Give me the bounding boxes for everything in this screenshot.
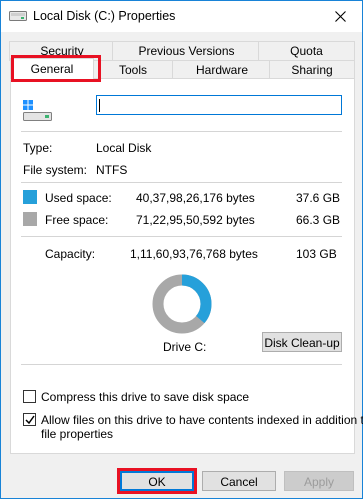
compress-label: Compress this drive to save disk space: [41, 390, 250, 404]
file-system-value: NTFS: [96, 163, 128, 177]
drive-name-input[interactable]: [96, 95, 342, 115]
file-system-label: File system:: [23, 163, 88, 177]
free-space-swatch: [23, 212, 37, 226]
close-button[interactable]: [320, 1, 362, 32]
drive-caption: Drive C:: [163, 340, 207, 354]
usage-donut-chart: [152, 274, 212, 334]
close-icon: [335, 11, 346, 22]
apply-button[interactable]: Apply: [284, 471, 354, 491]
divider: [21, 131, 342, 132]
type-value: Local Disk: [96, 141, 152, 155]
disk-cleanup-button[interactable]: Disk Clean-up: [262, 332, 342, 352]
checkmark-icon: [25, 415, 35, 425]
index-label-line2: file properties: [41, 427, 114, 441]
divider: [21, 182, 342, 183]
tab-hardware[interactable]: Hardware: [172, 60, 272, 80]
tab-previous-versions[interactable]: Previous Versions: [112, 41, 261, 61]
cancel-button[interactable]: Cancel: [202, 471, 276, 491]
divider: [21, 364, 342, 365]
index-label-line1: Allow files on this drive to have conten…: [41, 413, 363, 427]
free-space-bytes: 71,22,95,50,592 bytes: [136, 213, 255, 227]
drive-icon: [9, 10, 27, 22]
window-title: Local Disk (C:) Properties: [33, 9, 176, 23]
free-space-gb: 66.3 GB: [296, 213, 341, 227]
title-bar: Local Disk (C:) Properties: [1, 1, 362, 32]
capacity-bytes: 1,11,60,93,76,768 bytes: [130, 247, 258, 261]
used-space-gb: 37.6 GB: [296, 191, 341, 205]
capacity-label: Capacity:: [45, 247, 96, 261]
index-checkbox[interactable]: [23, 413, 36, 426]
divider: [21, 236, 342, 237]
tab-general[interactable]: General: [10, 58, 94, 80]
compress-checkbox[interactable]: [23, 390, 36, 403]
windows-drive-icon: [23, 100, 59, 122]
used-space-swatch: [23, 190, 37, 204]
tab-quota[interactable]: Quota: [258, 41, 355, 61]
capacity-gb: 103 GB: [296, 247, 337, 261]
tab-sharing[interactable]: Sharing: [269, 60, 355, 80]
used-space-label: Used space:: [45, 191, 112, 205]
ok-button[interactable]: OK: [120, 471, 194, 491]
properties-window: Local Disk (C:) Properties Security Prev…: [0, 0, 363, 499]
used-space-bytes: 40,37,98,26,176 bytes: [136, 191, 255, 205]
text-caret: [99, 99, 100, 112]
free-space-label: Free space:: [45, 213, 109, 227]
tab-tools[interactable]: Tools: [91, 60, 175, 80]
type-label: Type:: [23, 141, 53, 155]
